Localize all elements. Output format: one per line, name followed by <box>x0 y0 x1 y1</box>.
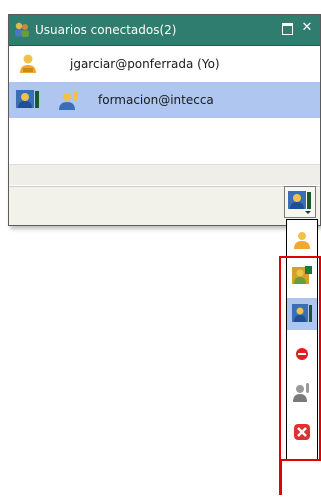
status-strip <box>9 164 320 185</box>
status-option-presenting[interactable] <box>287 298 317 330</box>
user-presenting-icon <box>288 191 311 214</box>
status-dropdown-button[interactable] <box>284 186 316 218</box>
user-presenting-icon <box>292 304 312 322</box>
status-option-disconnect[interactable] <box>287 416 317 448</box>
status-option-do-not-disturb[interactable] <box>287 338 317 370</box>
raise-hand-icon <box>57 89 79 111</box>
user-row[interactable]: jgarciar@ponferrada (Yo) <box>9 46 320 82</box>
user-label: formacion@intecca <box>98 93 214 107</box>
disconnect-icon <box>294 424 310 440</box>
maximize-button[interactable] <box>280 21 294 35</box>
close-button[interactable]: ✕ <box>300 21 314 35</box>
status-option-available[interactable] <box>287 224 317 256</box>
status-option-busy[interactable] <box>287 260 317 292</box>
user-available-icon <box>17 53 39 75</box>
users-list: jgarciar@ponferrada (Yo) formacion@intec… <box>9 46 320 164</box>
panel-title: Usuarios conectados(2) <box>35 23 177 37</box>
user-busy-icon <box>292 266 312 284</box>
user-label: jgarciar@ponferrada (Yo) <box>70 57 220 71</box>
panel-toolbar <box>9 186 320 225</box>
panel-titlebar[interactable]: Usuarios conectados(2) ✕ <box>9 15 320 46</box>
user-row-selected[interactable]: formacion@intecca <box>9 82 320 118</box>
connected-users-panel: Usuarios conectados(2) ✕ jgarciar@ponfer… <box>8 14 321 226</box>
do-not-disturb-icon <box>296 348 308 360</box>
users-group-icon <box>13 21 31 39</box>
highlight-annotation-line <box>279 459 282 495</box>
status-option-away[interactable] <box>287 376 317 408</box>
user-presenting-icon <box>15 89 39 111</box>
status-menu <box>286 219 318 461</box>
user-available-icon <box>294 232 310 249</box>
user-away-icon <box>293 383 309 402</box>
